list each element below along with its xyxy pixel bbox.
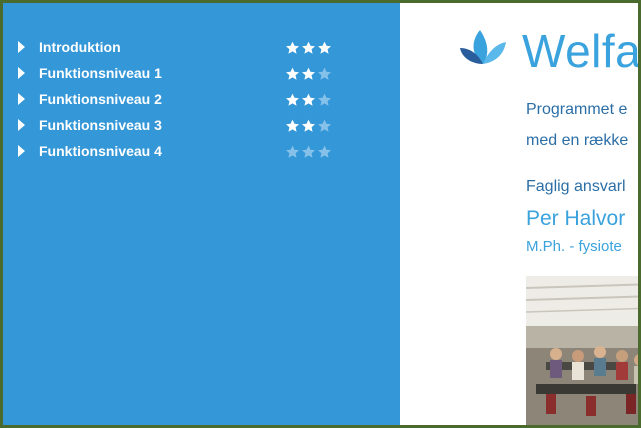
- menu-item-introduktion[interactable]: Introduktion: [18, 34, 358, 60]
- content-panel: Welfa Programmet e med en række Faglig a…: [400, 0, 641, 428]
- star-filled-icon: [302, 119, 315, 132]
- star-empty-icon: [318, 93, 331, 106]
- star-empty-icon: [302, 145, 315, 158]
- star-rating: [285, 118, 332, 133]
- menu-item-label: Funktionsniveau 4: [39, 143, 162, 159]
- module-menu: Introduktion Funktionsniveau 1 Funktions…: [18, 34, 358, 164]
- menu-item-label: Funktionsniveau 3: [39, 117, 162, 133]
- star-rating: [285, 40, 332, 55]
- intro-text: Programmet e: [526, 101, 628, 118]
- intro-text-continued: med en række: [526, 132, 629, 149]
- star-filled-icon: [302, 67, 315, 80]
- star-empty-icon: [318, 67, 331, 80]
- menu-item-label: Funktionsniveau 2: [39, 91, 162, 107]
- star-rating: [285, 66, 332, 81]
- menu-item-funktionsniveau-1[interactable]: Funktionsniveau 1: [18, 60, 358, 86]
- star-filled-icon: [286, 93, 299, 106]
- menu-item-funktionsniveau-3[interactable]: Funktionsniveau 3: [18, 112, 358, 138]
- person-title: M.Ph. - fysiote: [526, 238, 622, 255]
- menu-item-funktionsniveau-4[interactable]: Funktionsniveau 4: [18, 138, 358, 164]
- triangle-right-icon: [18, 145, 25, 157]
- star-filled-icon: [286, 41, 299, 54]
- star-rating: [285, 92, 332, 107]
- star-empty-icon: [318, 119, 331, 132]
- menu-item-label: Introduktion: [39, 39, 121, 55]
- person-name: Per Halvor: [526, 207, 626, 230]
- star-filled-icon: [286, 67, 299, 80]
- star-empty-icon: [318, 145, 331, 158]
- star-filled-icon: [318, 41, 331, 54]
- star-empty-icon: [286, 145, 299, 158]
- navigation-panel: Introduktion Funktionsniveau 1 Funktions…: [0, 0, 400, 428]
- triangle-right-icon: [18, 67, 25, 79]
- menu-item-label: Funktionsniveau 1: [39, 65, 162, 81]
- star-filled-icon: [286, 119, 299, 132]
- star-filled-icon: [302, 41, 315, 54]
- menu-item-funktionsniveau-2[interactable]: Funktionsniveau 2: [18, 86, 358, 112]
- classroom-photo: [526, 276, 641, 428]
- responsible-label: Faglig ansvarl: [526, 178, 626, 195]
- star-filled-icon: [302, 93, 315, 106]
- leaf-logo-icon: [460, 30, 506, 64]
- triangle-right-icon: [18, 41, 25, 53]
- triangle-right-icon: [18, 93, 25, 105]
- triangle-right-icon: [18, 119, 25, 131]
- star-rating: [285, 144, 332, 159]
- brand-name: Welfa: [522, 25, 641, 77]
